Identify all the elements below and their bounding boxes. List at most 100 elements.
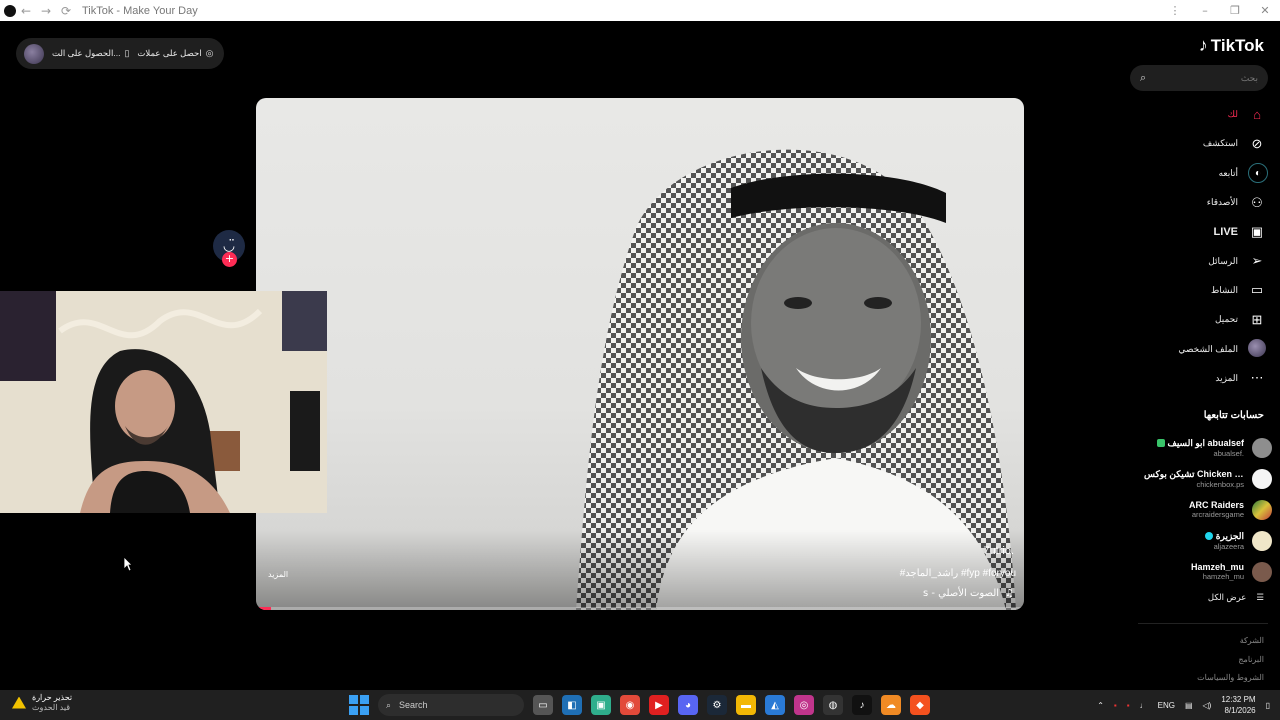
volume-icon[interactable]: ◁) [1203,701,1212,710]
video-sound[interactable]: s - الصوت الأصلي ♫ [923,588,1014,599]
avatar[interactable] [24,43,44,64]
get-app-button[interactable]: الحصول على الت... ▯ [52,48,129,59]
list-item[interactable]: تشيكن بوكس Chicken Box... chickenbox.ps [1127,463,1272,494]
following-handle: arcraidersgame [1191,510,1244,519]
coin-icon: ◎ [205,48,214,58]
back-icon[interactable]: ← [16,4,36,18]
following-text: ARC Raiders arcraidersgame [1189,500,1244,519]
clock[interactable]: 12:32 PM 8/1/2026 [1221,694,1255,716]
see-all-button[interactable]: عرض الكل ☰ [1208,592,1264,603]
reload-icon[interactable]: ⟳ [56,4,76,18]
sidebar-item-live[interactable]: LIVE ▣ [1136,217,1266,246]
file-explorer-icon[interactable]: ▬ [736,695,756,715]
chrome-icon[interactable]: ◉ [620,695,640,715]
store-icon[interactable]: ◧ [562,695,582,715]
tiktok-app-icon [4,4,16,17]
sidebar-item-messages[interactable]: الرسائل ➢ [1136,246,1266,275]
weather-subtitle: قيد الحدوث [32,703,71,712]
sidebar-item-label: المزيد [1215,372,1238,383]
steam-icon[interactable]: ⚙ [707,695,727,715]
upload-icon: ⊞ [1251,311,1263,327]
video-author[interactable]: 7utrio. [983,545,1014,557]
close-button[interactable]: ✕ [1250,0,1280,21]
tray-app-icon[interactable]: ▪ [1114,701,1117,710]
sidebar-item-label: استكشف [1202,138,1238,149]
video-progress-bar[interactable] [256,607,1024,610]
list-item[interactable]: الجزيرة aljazeera [1127,525,1272,556]
instagram-icon[interactable]: ◎ [794,695,814,715]
sidebar-item-following[interactable]: أتابعه ◐ [1136,159,1268,188]
discord-icon[interactable]: ◕ [678,695,698,715]
live-icon: ▣ [1250,223,1264,239]
search-placeholder: بحث [1240,72,1258,83]
weather-widget[interactable]: تحذير حرارة قيد الحدوث [12,693,72,712]
list-item[interactable]: ابو السيف abualsef abualsef. [1127,432,1272,463]
search-input[interactable]: ⌕ بحث [1130,65,1268,91]
task-view-icon[interactable]: ▭ [533,695,553,715]
windows-start-icon[interactable] [349,695,369,715]
restore-button[interactable]: ❐ [1220,0,1250,21]
app-icon[interactable]: ▣ [591,695,611,715]
more-button[interactable]: المزيد [268,570,288,579]
following-name: ابو السيف abualsef [1155,438,1244,449]
footer-link-program[interactable]: البرنامج [1197,651,1264,670]
forward-icon[interactable]: → [36,4,56,18]
sidebar-item-explore[interactable]: استكشف ⊘ [1136,129,1266,158]
taskbar-apps: ⌕ Search ▭ ◧ ▣ ◉ ▶ ◕ ⚙ ▬ ◭ ◎ ◍ ♪ ☁ ◆ [349,693,930,717]
minimize-button[interactable]: – [1190,0,1220,21]
youtube-icon[interactable]: ▶ [649,695,669,715]
tiktok-icon[interactable]: ♪ [852,695,872,715]
sidebar-nav: لك ⌂ استكشف ⊘ أتابعه ◐ الأصدقاء ⚇ LIVE ▣… [1136,100,1268,393]
following-text: تشيكن بوكس Chicken Box... chickenbox.ps [1144,469,1244,489]
app-icon-2[interactable]: ◭ [765,695,785,715]
brave-icon[interactable]: ◆ [910,695,930,715]
sidebar-item-friends[interactable]: الأصدقاء ⚇ [1136,188,1266,217]
divider [1138,623,1268,624]
video-player[interactable]: 7utrio. #راشد_الماجد #fyp #foryou المزيد… [256,98,1024,610]
microphone-icon[interactable]: ♩ [1140,701,1148,710]
sidebar-item-label: تحميل [1214,314,1238,325]
sidebar-item-profile[interactable]: الملف الشخصي [1136,334,1266,363]
phone-icon: ▯ [124,48,130,58]
video-hashtags[interactable]: #راشد_الماجد #fyp #foryou [900,568,1016,579]
following-name-text: الجزيرة [1215,530,1244,541]
following-icon: ◐ [1248,163,1268,184]
cloud-icon[interactable]: ☁ [881,695,901,715]
sidebar-item-label: الملف الشخصي [1178,343,1238,354]
system-tray: ⌃ ▪ ▪ ♩ ENG ▤ ◁) 12:32 PM 8/1/2026 ▯ [1097,693,1270,717]
sidebar-item-label: LIVE [1213,225,1238,238]
get-coins-label: احصل على عملات [137,48,202,58]
taskbar-search[interactable]: ⌕ Search [378,694,524,716]
profile-icon [1248,338,1266,360]
follow-plus-button[interactable]: + [222,252,237,267]
search-icon[interactable]: ⌕ [1140,72,1146,85]
obs-icon[interactable]: ◍ [823,695,843,715]
messages-icon: ➢ [1251,253,1263,269]
tray-app-icon-2[interactable]: ▪ [1127,701,1130,710]
home-icon: ⌂ [1253,107,1261,123]
list-item[interactable]: ARC Raiders arcraidersgame [1127,494,1272,525]
network-icon[interactable]: ▤ [1185,701,1193,710]
get-coins-button[interactable]: احصل على عملات ◎ [137,48,213,59]
footer-link-terms[interactable]: الشروط والسياسات [1197,669,1264,688]
chevron-up-icon[interactable]: ⌃ [1097,701,1104,710]
taskbar: تحذير حرارة قيد الحدوث ⌕ Search ▭ ◧ ▣ ◉ … [0,690,1280,720]
sidebar-item-more[interactable]: المزيد ⋯ [1136,364,1266,393]
clock-time: 12:32 PM [1221,695,1256,704]
footer-links: الشركة البرنامج الشروط والسياسات [1197,632,1264,688]
browser-titlebar: ← → ⟳ TikTok - Make Your Day ⋮ – ❐ ✕ [0,0,1280,21]
language-indicator[interactable]: ENG [1158,701,1175,710]
sidebar-item-activity[interactable]: النشاط ▭ [1136,276,1266,305]
sidebar-item-upload[interactable]: تحميل ⊞ [1136,305,1266,334]
notification-icon[interactable]: ▯ [1266,701,1270,710]
menu-icon[interactable]: ⋮ [1160,0,1190,21]
avatar [1252,499,1272,520]
more-icon: ⋯ [1250,370,1264,386]
following-name: Hamzeh_mu [1190,562,1244,572]
footer-link-company[interactable]: الشركة [1197,632,1264,651]
tiktok-logo[interactable]: ♪ TikTok [1199,35,1264,56]
sidebar-item-label: أتابعه [1218,167,1238,178]
sidebar-item-for-you[interactable]: لك ⌂ [1136,100,1266,129]
list-item[interactable]: Hamzeh_mu hamzeh_mu [1127,556,1272,587]
friends-icon: ⚇ [1251,194,1263,210]
